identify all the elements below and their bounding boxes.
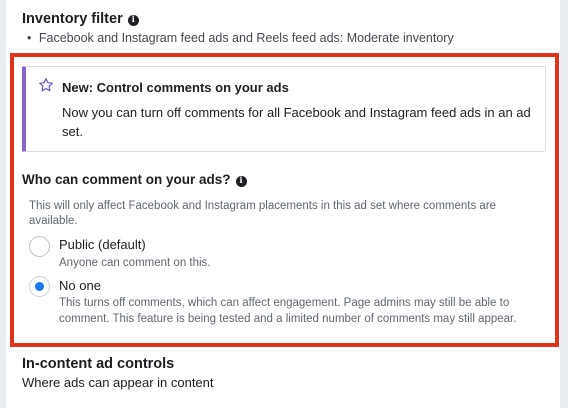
comment-control-heading: Who can comment on your ads? i xyxy=(22,172,247,187)
info-icon[interactable]: i xyxy=(127,15,139,26)
notice-title: New: Control comments on your ads xyxy=(62,80,289,95)
notice-body: Now you can turn off comments for all Fa… xyxy=(62,105,531,139)
inventory-filter-title: Inventory filter xyxy=(22,11,123,27)
option-public-label[interactable]: Public (default) xyxy=(59,237,146,252)
comment-control-title: Who can comment on your ads? xyxy=(22,172,231,187)
inventory-filter-detail: Facebook and Instagram feed ads and Reel… xyxy=(38,31,454,45)
comment-control-description: This will only affect Facebook and Insta… xyxy=(29,200,497,227)
in-content-subtitle: Where ads can appear in content xyxy=(22,375,214,390)
radio-no-one[interactable] xyxy=(29,276,50,297)
in-content-title: In-content ad controls xyxy=(22,356,175,372)
star-outline-icon xyxy=(39,78,53,92)
radio-public[interactable] xyxy=(29,236,50,257)
bullet-glyph: • xyxy=(27,31,32,45)
inventory-filter-item: • Facebook and Instagram feed ads and Re… xyxy=(27,31,454,45)
inventory-filter-heading: Inventory filter i xyxy=(22,11,139,27)
option-public-description: Anyone can comment on this. xyxy=(59,257,211,269)
option-no-one-description: This turns off comments, which can affec… xyxy=(59,297,517,325)
info-icon[interactable]: i xyxy=(235,176,247,187)
new-feature-notice: New: Control comments on your ads Now yo… xyxy=(22,66,546,152)
option-no-one-label[interactable]: No one xyxy=(59,278,101,293)
